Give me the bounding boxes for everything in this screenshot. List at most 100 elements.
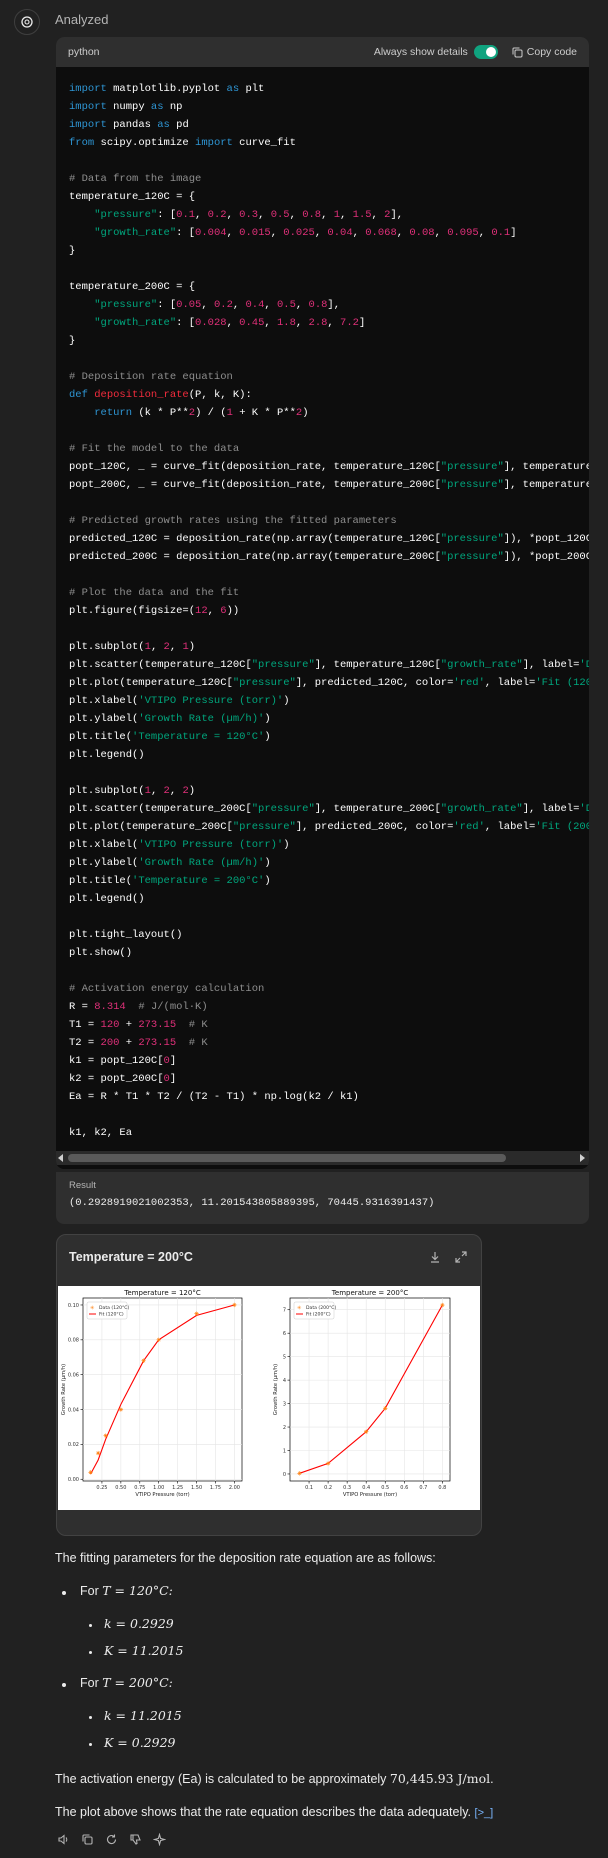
chart-1-x-tick-label: 0.75 [134, 1485, 145, 1491]
scroll-left-icon[interactable] [58, 1154, 63, 1162]
chart-1-title: Temperature = 120°C [123, 1289, 201, 1297]
chart-1-y-tick-label: 0.00 [68, 1477, 79, 1483]
chart-1-y-tick-label: 0.06 [68, 1372, 79, 1378]
always-show-details-toggle[interactable]: Always show details [374, 45, 498, 59]
code-line: from scipy.optimize import curve_fit [69, 137, 296, 149]
code-line: T2 = 200 + 273.15 # K [69, 1037, 208, 1049]
copy-icon[interactable] [80, 1832, 94, 1846]
sparkle-icon[interactable] [152, 1832, 166, 1846]
copy-code-button[interactable]: Copy code [512, 46, 577, 58]
code-line: plt.subplot(1, 2, 2) [69, 785, 196, 797]
expand-icon[interactable] [453, 1249, 469, 1265]
conclusion-text: The plot above shows that the rate equat… [55, 1805, 596, 1819]
chart-card: Temperature = 200°C 0.25 0.50 0.75 1.00 1.25… [56, 1234, 482, 1536]
group-1-heading: For T = 120°C: [80, 1583, 596, 1598]
result-value: (0.2928919021002353, 11.201543805889395,… [69, 1197, 435, 1209]
chart-2-y-tick-label: 7 [283, 1308, 286, 1314]
chart-2-y-tick-label: 1 [283, 1448, 286, 1454]
code-line: plt.subplot(1, 2, 1) [69, 641, 196, 653]
citation-link[interactable]: [>_] [475, 1807, 494, 1819]
code-language: python [68, 46, 100, 58]
assistant-avatar [14, 9, 40, 35]
analyzed-status[interactable]: Analyzed [55, 12, 108, 27]
chart-2-title: Temperature = 200°C [331, 1289, 409, 1297]
code-line: plt.show() [69, 947, 133, 959]
chart-1-y-tick-label: 0.02 [68, 1442, 79, 1448]
scroll-right-icon[interactable] [580, 1154, 585, 1162]
code-line: import pandas as pd [69, 119, 189, 131]
chart-1-x-tick-label: 1.50 [191, 1485, 202, 1491]
result-panel: Result (0.2928919021002353, 11.201543805… [56, 1172, 589, 1224]
activation-suffix: . [490, 1772, 494, 1786]
chart-1-x-tick-label: 0.50 [115, 1485, 126, 1491]
group-1-for: For [80, 1584, 99, 1598]
activation-energy-text: The activation energy (Ea) is calculated… [55, 1771, 596, 1786]
group-2-heading: For T = 200°C: [80, 1675, 596, 1690]
chart-2-x-tick-label: 0.2 [324, 1485, 332, 1491]
code-line: plt.xlabel('VTIPO Pressure (torr)') [69, 839, 290, 851]
chart-1-x-tick-label: 1.25 [172, 1485, 183, 1491]
code-line: # Fit the model to the data [69, 443, 240, 455]
code-line: plt.legend() [69, 893, 145, 905]
code-line: # Predicted growth rates using the fitte… [69, 515, 397, 527]
toggle-switch[interactable] [473, 45, 498, 59]
code-content[interactable]: import matplotlib.pyplot as plt import nu… [69, 80, 589, 1142]
group-1-temp: T = 120°C: [102, 1583, 173, 1598]
dislike-icon[interactable] [128, 1832, 142, 1846]
code-line: popt_200C, _ = curve_fit(deposition_rate… [69, 479, 589, 491]
code-line: T1 = 120 + 273.15 # K [69, 1019, 208, 1031]
code-line: plt.figure(figsize=(12, 6)) [69, 605, 240, 617]
speaker-icon[interactable] [56, 1832, 70, 1846]
copy-icon [512, 47, 523, 57]
chart-1-legend-label: Data (120°C) [99, 1305, 129, 1311]
code-block: python Always show details Copy code imp… [56, 37, 589, 1169]
chart-2-x-tick-label: 0.6 [400, 1485, 408, 1491]
code-line: "growth_rate": [0.028, 0.45, 1.8, 2.8, 7… [94, 317, 366, 329]
group-2-K: K = 0.2929 [104, 1735, 176, 1750]
summary-intro: The fitting parameters for the depositio… [55, 1551, 436, 1565]
chart-2-plot-area [289, 1297, 451, 1482]
code-line: k2 = popt_200C[0] [69, 1073, 177, 1085]
code-line: plt.ylabel('Growth Rate (µm/h)') [69, 713, 271, 725]
code-line: plt.scatter(temperature_120C["pressure"]… [69, 659, 589, 671]
code-line: temperature_200C = { [69, 281, 196, 293]
chart-1-ylabel: Growth Rate (µm/h) [61, 1364, 67, 1415]
horizontal-scrollbar[interactable] [56, 1151, 589, 1165]
activation-prefix: The activation energy (Ea) is calculated… [55, 1772, 387, 1786]
code-line: "growth_rate": [0.004, 0.015, 0.025, 0.0… [94, 227, 517, 239]
chart-2-y-tick-label: 5 [283, 1354, 286, 1360]
chart-image[interactable]: 0.25 0.50 0.75 1.00 1.25 1.50 1.75 2.00 0.00 0.02… [58, 1286, 480, 1510]
code-line: plt.plot(temperature_120C["pressure"], p… [69, 677, 589, 689]
chart-1-y-tick-label: 0.10 [68, 1303, 79, 1309]
download-icon[interactable] [427, 1249, 443, 1265]
bullet-dot [89, 1743, 92, 1746]
code-line: return (k * P**2) / (1 + K * P**2) [94, 407, 309, 419]
chart-2-y-tick-label: 0 [283, 1472, 286, 1478]
chart-1-legend-label: Fit (120°C) [99, 1312, 124, 1318]
scrollbar-thumb[interactable] [68, 1154, 506, 1162]
code-line: import numpy as np [69, 101, 183, 113]
code-line: popt_120C, _ = curve_fit(deposition_rate… [69, 461, 589, 473]
code-line: # Activation energy calculation [69, 983, 265, 995]
code-header: python Always show details Copy code [56, 37, 589, 67]
regenerate-icon[interactable] [104, 1832, 118, 1846]
group-1-k: k = 0.2929 [104, 1616, 174, 1631]
code-line: } [69, 335, 76, 347]
code-line: def deposition_rate(P, k, K): [69, 389, 252, 401]
chart-2-y-tick-label: 4 [283, 1378, 286, 1384]
chart-1-y-tick-label: 0.04 [68, 1407, 79, 1413]
chart-1-plot-area [82, 1297, 243, 1482]
code-line: # Plot the data and the fit [69, 587, 240, 599]
code-line: plt.title('Temperature = 120°C') [69, 731, 271, 743]
chart-1-x-tick-label: 2.00 [229, 1485, 240, 1491]
chart-2-x-tick-label: 0.3 [343, 1485, 351, 1491]
toggle-label: Always show details [373, 46, 468, 58]
code-line: plt.scatter(temperature_200C["pressure"]… [69, 803, 589, 815]
code-line: k1 = popt_120C[0] [69, 1055, 177, 1067]
